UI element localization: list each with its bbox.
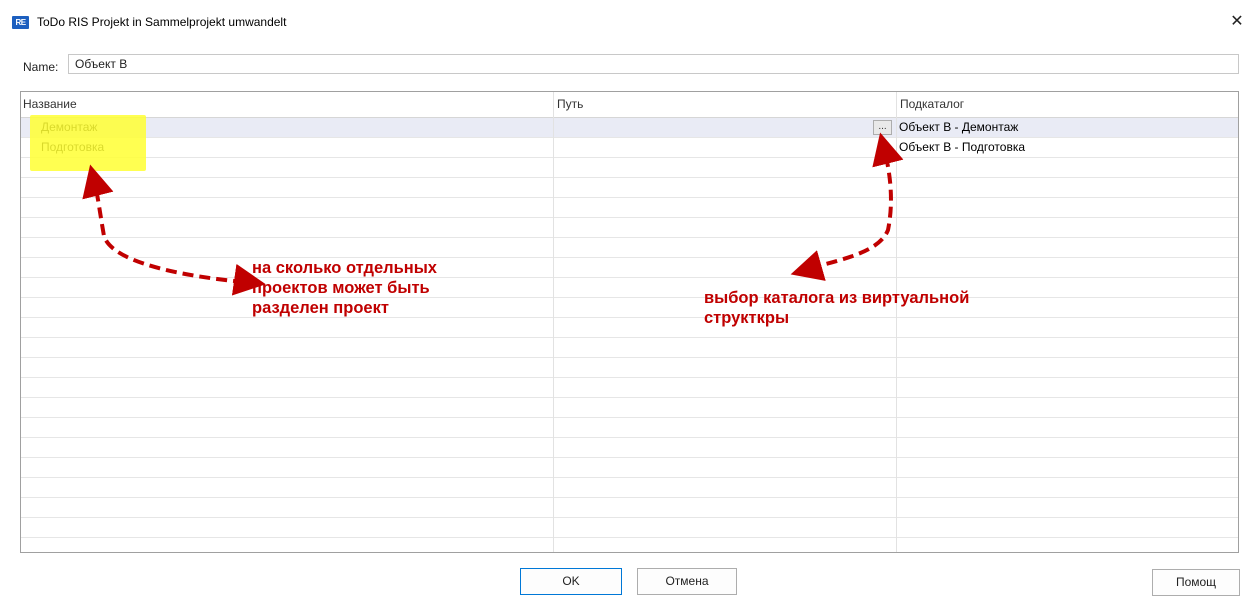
annotation-left: на сколько отдельных проектов может быть… <box>252 259 437 317</box>
help-button[interactable]: Помощ <box>1152 569 1240 596</box>
right-arrow-tail <box>790 250 826 281</box>
cancel-button[interactable]: Отмена <box>637 568 737 595</box>
ok-button[interactable]: OK <box>520 568 622 595</box>
left-arrow-tail <box>231 263 266 296</box>
annotation-right: выбор каталога из виртуальной структкры <box>704 289 970 327</box>
right-arrow <box>809 132 904 270</box>
annotation-arrows <box>82 132 904 296</box>
left-arrow <box>82 164 245 284</box>
